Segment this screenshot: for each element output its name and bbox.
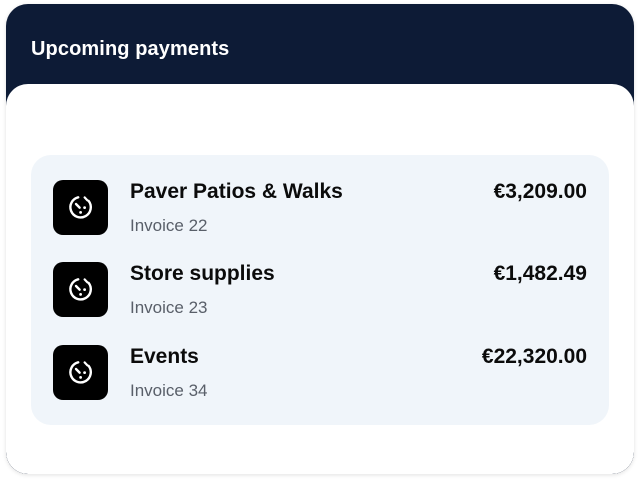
card-title: Upcoming payments (31, 38, 230, 60)
clock-icon (53, 345, 108, 400)
payment-item[interactable]: Events Invoice 34 €22,320.00 (31, 320, 609, 402)
payment-name: Paver Patios & Walks (130, 180, 343, 203)
card-body: Paver Patios & Walks Invoice 22 €3,209.0… (6, 84, 634, 474)
clock-icon (53, 262, 108, 317)
payment-name: Store supplies (130, 262, 275, 285)
payment-invoice: Invoice 22 (130, 216, 208, 235)
payment-invoice: Invoice 23 (130, 298, 208, 317)
payment-amount: €3,209.00 (493, 180, 587, 203)
payment-item[interactable]: Store supplies Invoice 23 €1,482.49 (31, 237, 609, 319)
payment-amount: €22,320.00 (481, 345, 587, 368)
payment-amount: €1,482.49 (493, 262, 587, 285)
upcoming-payments-card: Upcoming payments Paver Patios & Walks I… (6, 4, 634, 474)
clock-icon (53, 180, 108, 235)
payment-name: Events (130, 345, 199, 368)
payment-item[interactable]: Paver Patios & Walks Invoice 22 €3,209.0… (31, 155, 609, 237)
payment-invoice: Invoice 34 (130, 381, 208, 400)
payments-list: Paver Patios & Walks Invoice 22 €3,209.0… (31, 155, 609, 425)
